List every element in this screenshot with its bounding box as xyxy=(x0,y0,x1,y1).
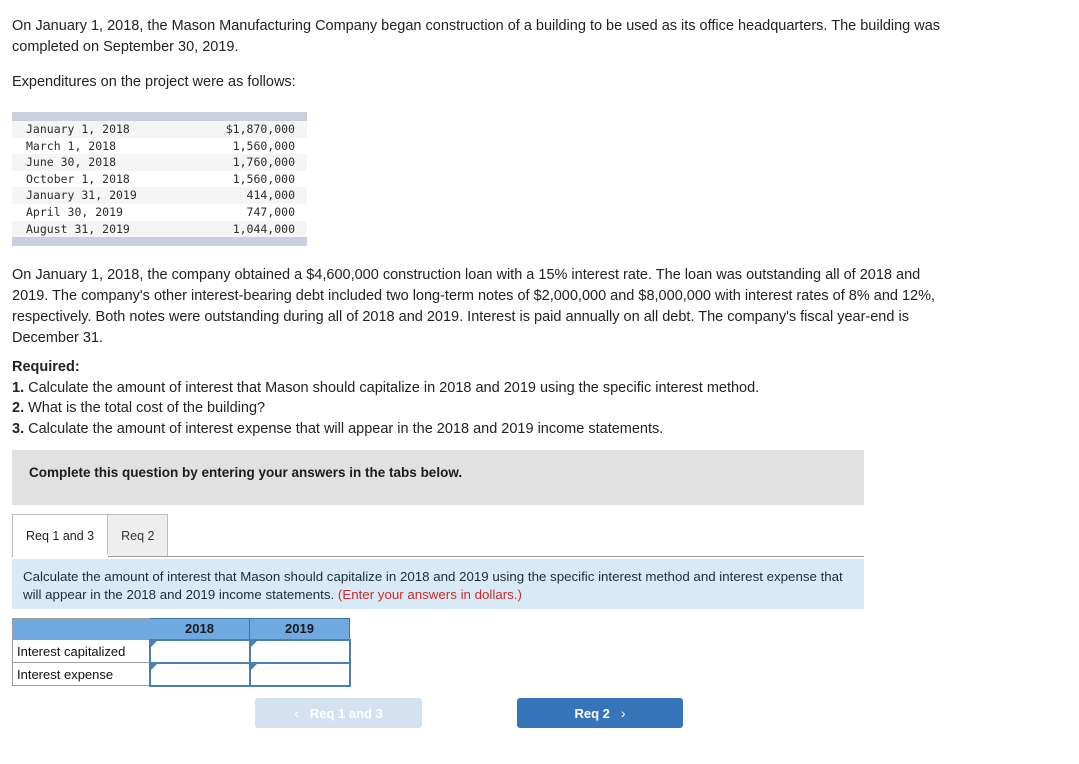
tab-bar: Req 1 and 3 Req 2 xyxy=(12,514,169,556)
expenditure-date: March 1, 2018 xyxy=(26,138,117,153)
expenditures-table-top-bar xyxy=(12,112,307,121)
expenditure-date: April 30, 2019 xyxy=(26,204,123,219)
answer-table-header-row: 2018 2019 xyxy=(12,618,350,640)
question-instruction-box: Calculate the amount of interest that Ma… xyxy=(12,559,864,609)
answer-table: 2018 2019 Interest capitalized Interest ex… xyxy=(12,618,351,687)
answer-input[interactable] xyxy=(150,640,249,662)
required-item-text: Calculate the amount of interest that Ma… xyxy=(24,379,760,396)
required-item-text: Calculate the amount of interest expense… xyxy=(24,420,664,437)
expenditure-amount: 414,000 xyxy=(246,188,295,203)
expenditure-date: October 1, 2018 xyxy=(26,171,130,186)
expenditure-row: October 1, 2018 1,560,000 xyxy=(12,170,307,188)
body-paragraph: On January 1, 2018, the company obtained… xyxy=(12,267,936,346)
required-item: 1. Calculate the amount of interest that… xyxy=(12,378,912,399)
expenditure-amount: $1,870,000 xyxy=(225,122,295,136)
expenditure-amount: 1,560,000 xyxy=(232,171,295,186)
answer-table-year-header: 2019 xyxy=(249,618,350,640)
expenditure-amount: 1,560,000 xyxy=(232,138,295,153)
expenditure-date: January 31, 2019 xyxy=(26,188,137,203)
expenditures-table-wrapper: January 1, 2018 $1,870,000 March 1, 2018 1,… xyxy=(12,112,307,247)
question-instruction-text: Calculate the amount of interest that Ma… xyxy=(23,568,858,604)
required-section: Required: 1. Calculate the amount of int… xyxy=(12,357,912,439)
next-req-button[interactable]: Req 2 › xyxy=(517,698,683,728)
tab-label: Req 1 and 3 xyxy=(26,528,95,543)
question-instruction-note: (Enter your answers in dollars.) xyxy=(337,587,522,602)
answer-table-year-header: 2018 xyxy=(149,618,250,640)
next-req-button-label: Req 2 xyxy=(574,705,610,721)
expenditure-amount: 1,760,000 xyxy=(232,155,295,170)
expenditure-row: August 31, 2019 1,044,000 xyxy=(12,220,307,238)
answer-input-cell[interactable] xyxy=(148,661,251,687)
instruction-banner-text: Complete this question by entering your … xyxy=(29,465,463,480)
tab-underline xyxy=(12,556,864,557)
expenditure-date: January 1, 2018 xyxy=(26,122,130,136)
required-item: 2. What is the total cost of the buildin… xyxy=(12,398,912,419)
expenditures-table: January 1, 2018 $1,870,000 March 1, 2018 1,… xyxy=(12,121,307,238)
intro-paragraph-2: Expenditures on the project were as foll… xyxy=(12,74,296,90)
expenditure-date: June 30, 2018 xyxy=(26,155,117,170)
required-item-number: 3. xyxy=(12,420,25,437)
answer-input-cell[interactable] xyxy=(248,661,351,687)
required-item-text: What is the total cost of the building? xyxy=(24,400,266,416)
expenditure-row: April 30, 2019 747,000 xyxy=(12,203,307,221)
expenditure-row: January 31, 2019 414,000 xyxy=(12,187,307,204)
required-item-number: 2. xyxy=(12,400,25,416)
intro-paragraph-1: On January 1, 2018, the Mason Manufactur… xyxy=(12,18,941,55)
prev-req-button-label: Req 1 and 3 xyxy=(309,705,383,721)
answer-row-label: Interest capitalized xyxy=(12,639,150,663)
cell-marker-icon xyxy=(150,663,157,670)
cell-marker-icon xyxy=(250,663,257,670)
answer-input[interactable] xyxy=(150,663,249,685)
tab-active-mask xyxy=(13,555,108,557)
expenditure-amount: 1,044,000 xyxy=(232,221,295,236)
expenditure-row: January 1, 2018 $1,870,000 xyxy=(12,121,307,138)
prev-req-button[interactable]: ‹ Req 1 and 3 xyxy=(255,698,422,728)
tab-req-2[interactable]: Req 2 xyxy=(107,514,169,556)
chevron-right-icon: › xyxy=(620,705,626,721)
answer-row-label: Interest expense xyxy=(12,662,150,686)
answer-table-head: 2018 2019 xyxy=(12,618,350,640)
answer-table-corner-cell xyxy=(12,618,150,640)
cell-marker-icon xyxy=(150,640,157,647)
chevron-left-icon: ‹ xyxy=(294,705,299,721)
instruction-banner: Complete this question by entering your … xyxy=(12,450,864,505)
answer-input-cell[interactable] xyxy=(148,638,251,664)
answer-table-body: Interest capitalized Interest expense xyxy=(12,638,351,687)
answer-input-cell[interactable] xyxy=(248,638,351,664)
required-heading: Required: xyxy=(12,359,80,375)
expenditures-table-bottom-bar xyxy=(12,237,307,247)
expenditure-row: June 30, 2018 1,760,000 xyxy=(12,154,307,171)
answer-input[interactable] xyxy=(250,663,349,685)
cell-marker-icon xyxy=(250,640,257,647)
expenditure-date: August 31, 2019 xyxy=(26,221,130,236)
answer-table-row: Interest expense xyxy=(12,661,351,687)
required-item-number: 1. xyxy=(12,379,25,396)
answer-table-row: Interest capitalized xyxy=(12,638,351,664)
expenditure-amount: 747,000 xyxy=(246,204,295,219)
tab-req-1-and-3[interactable]: Req 1 and 3 xyxy=(12,514,109,556)
expenditure-row: March 1, 2018 1,560,000 xyxy=(12,137,307,155)
answer-input[interactable] xyxy=(250,640,349,662)
navigation-buttons: ‹ Req 1 and 3 Req 2 › xyxy=(255,698,683,728)
tab-label: Req 2 xyxy=(121,528,155,543)
required-item: 3. Calculate the amount of interest expe… xyxy=(12,419,912,440)
